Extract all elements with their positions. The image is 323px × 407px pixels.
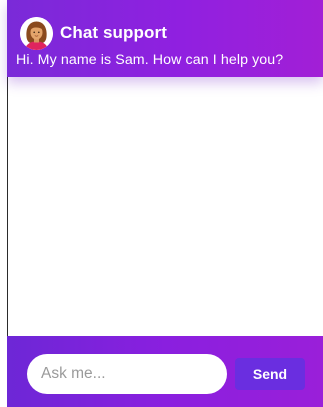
header-title-row: Chat support bbox=[20, 15, 167, 51]
send-button[interactable]: Send bbox=[235, 358, 305, 390]
chat-header: Chat support Hi. My name is Sam. How can… bbox=[7, 0, 323, 77]
chat-support-widget: Chat support Hi. My name is Sam. How can… bbox=[0, 0, 323, 407]
greeting-message: Hi. My name is Sam. How can I help you? bbox=[16, 52, 284, 68]
agent-avatar-icon bbox=[20, 16, 53, 50]
message-area[interactable] bbox=[8, 77, 323, 336]
message-input[interactable] bbox=[27, 354, 227, 394]
chat-composer: Send bbox=[7, 336, 323, 407]
chat-title: Chat support bbox=[60, 23, 167, 42]
